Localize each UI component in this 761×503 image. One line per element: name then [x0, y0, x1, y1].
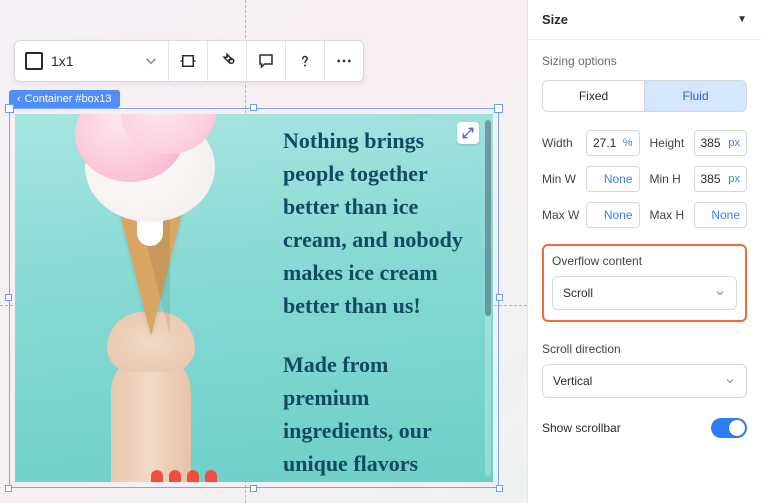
inspector-panel: Size ▼ Sizing options Fixed Fluid Width …	[527, 0, 761, 503]
scrollbar-row: Show scrollbar	[542, 418, 747, 438]
stretch-button[interactable]	[169, 41, 208, 81]
width-input[interactable]: 27.1 %	[586, 130, 640, 156]
height-unit[interactable]: px	[728, 137, 740, 149]
resize-handle[interactable]	[250, 104, 257, 111]
maxh-input[interactable]: None	[694, 202, 748, 228]
comment-button[interactable]	[247, 41, 286, 81]
canvas-area: 1x1 ‹ Container #box13	[0, 0, 527, 503]
overflow-section: Overflow content Scroll	[542, 244, 747, 322]
ice-cream-image	[41, 122, 261, 482]
container-icon	[25, 52, 43, 70]
paragraph: Made from premium ingredients, our uniqu…	[283, 348, 469, 480]
maxw-row: Max W None	[542, 202, 640, 228]
context-toolbar: 1x1	[14, 40, 364, 82]
resize-handle[interactable]	[250, 485, 257, 492]
direction-select[interactable]: Vertical	[542, 364, 747, 398]
element-selector-label: 1x1	[51, 53, 134, 69]
height-input[interactable]: 385 px	[694, 130, 748, 156]
element-tag[interactable]: ‹ Container #box13	[9, 90, 120, 108]
tag-chevron-icon: ‹	[17, 93, 21, 105]
width-row: Width 27.1 %	[542, 130, 640, 156]
dimensions-grid: Width 27.1 % Height 385 px Min W None	[542, 130, 747, 228]
resize-handle[interactable]	[5, 294, 12, 301]
more-button[interactable]	[325, 41, 363, 81]
help-button[interactable]	[286, 41, 325, 81]
tag-label: Container #box13	[25, 93, 112, 105]
minw-row: Min W None	[542, 166, 640, 192]
height-row: Height 385 px	[650, 130, 748, 156]
panel-title: Size	[542, 12, 568, 27]
scrollbar-label: Show scrollbar	[542, 421, 621, 435]
expand-button[interactable]	[457, 122, 479, 144]
direction-label: Scroll direction	[542, 342, 747, 356]
toggle-knob	[729, 420, 745, 436]
resize-handle[interactable]	[496, 294, 503, 301]
selection-frame[interactable]: Nothing brings people together better th…	[9, 108, 499, 488]
panel-header[interactable]: Size ▼	[528, 0, 761, 40]
width-label: Width	[542, 136, 580, 150]
minh-row: Min H 385 px	[650, 166, 748, 192]
resize-handle[interactable]	[496, 485, 503, 492]
content-scrollbar[interactable]	[485, 120, 491, 476]
minw-label: Min W	[542, 172, 580, 186]
animation-button[interactable]	[208, 41, 247, 81]
scrollbar-toggle[interactable]	[711, 418, 747, 438]
maxw-label: Max W	[542, 208, 580, 222]
paragraph: Nothing brings people together better th…	[283, 124, 469, 322]
resize-handle[interactable]	[5, 485, 12, 492]
sizing-fixed[interactable]: Fixed	[543, 81, 644, 111]
body-text: Nothing brings people together better th…	[283, 124, 469, 480]
width-unit[interactable]: %	[623, 137, 633, 149]
sizing-options-label: Sizing options	[542, 54, 747, 68]
maxh-label: Max H	[650, 208, 688, 222]
overflow-label: Overflow content	[552, 254, 737, 268]
height-label: Height	[650, 136, 688, 150]
minh-label: Min H	[650, 172, 688, 186]
chevron-down-icon	[724, 375, 736, 387]
direction-section: Scroll direction Vertical	[542, 342, 747, 398]
sizing-fluid[interactable]: Fluid	[644, 81, 746, 111]
sizing-segmented: Fixed Fluid	[542, 80, 747, 112]
chevron-down-icon	[714, 287, 726, 299]
chevron-down-icon	[142, 52, 160, 70]
container-content: Nothing brings people together better th…	[15, 114, 493, 482]
minh-unit[interactable]: px	[728, 173, 740, 185]
caret-down-icon: ▼	[737, 14, 747, 25]
overflow-value: Scroll	[563, 286, 593, 300]
maxh-row: Max H None	[650, 202, 748, 228]
element-selector[interactable]: 1x1	[15, 41, 169, 81]
overflow-select[interactable]: Scroll	[552, 276, 737, 310]
maxw-input[interactable]: None	[586, 202, 640, 228]
scrollbar-thumb[interactable]	[485, 120, 491, 316]
minw-input[interactable]: None	[586, 166, 640, 192]
minh-input[interactable]: 385 px	[694, 166, 748, 192]
direction-value: Vertical	[553, 374, 592, 388]
